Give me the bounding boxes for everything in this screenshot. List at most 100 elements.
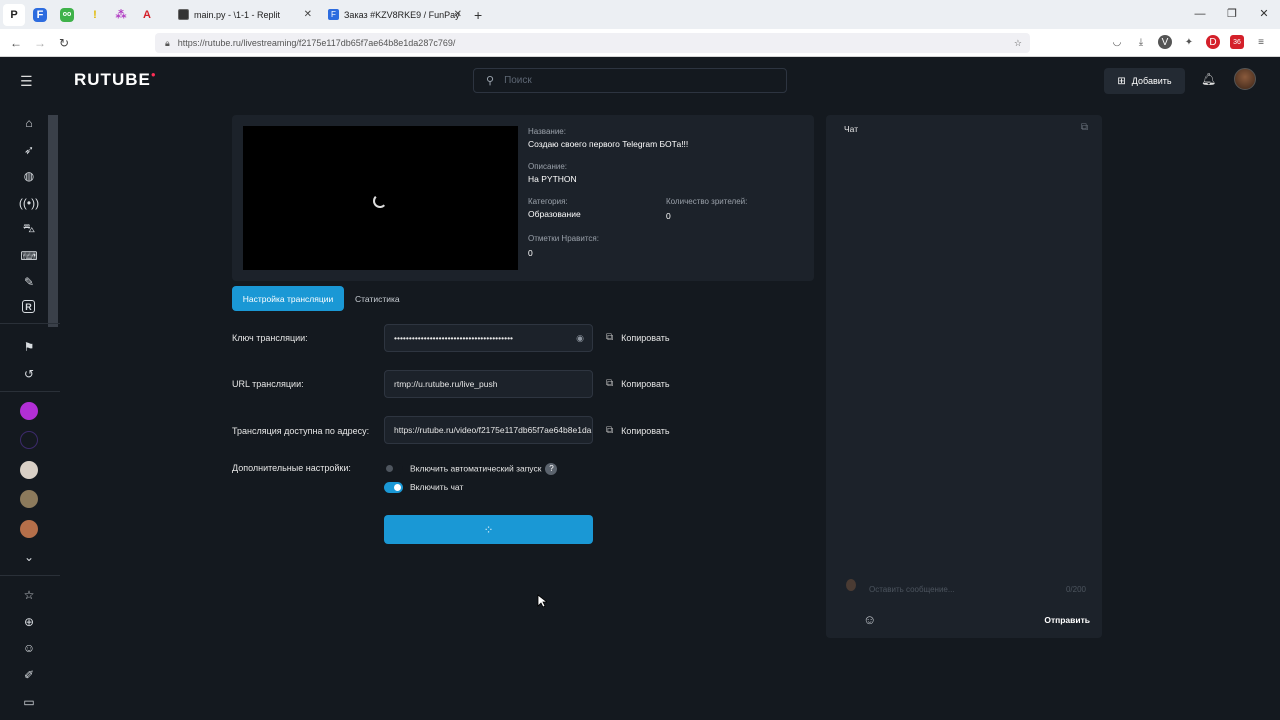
close-window-icon[interactable]: ✕ [1248,0,1280,29]
education-icon[interactable]: ✎ [20,273,38,291]
broadcast-icon[interactable]: ((•)) [19,194,39,212]
menu-icon[interactable]: ≡ [1254,35,1268,49]
channel-avatar[interactable] [20,431,38,449]
bookmark-icon[interactable]: ⚑ [20,338,38,356]
add-label: Добавить [1131,76,1172,86]
search-placeholder: Поиск [504,75,532,86]
public-url-label: Трансляция доступна по адресу: [232,426,370,436]
pinned-tab-replit[interactable]: P [3,3,25,26]
download-icon[interactable]: ⤓ [1134,35,1148,49]
channel-avatar[interactable] [20,490,38,508]
tab-settings[interactable]: Настройка трансляции [232,286,344,311]
viewers-value: 0 [666,211,671,221]
hamburger-icon[interactable]: ☰ [20,73,36,90]
avatar[interactable] [1234,68,1256,90]
rutube-logo[interactable]: RUTUBE● [74,70,157,90]
extension-icon[interactable]: ✦ [1182,35,1196,49]
pocket-icon[interactable]: ◡ [1110,35,1124,49]
star-icon[interactable]: ☆ [20,586,38,604]
restore-icon[interactable]: ❐ [1216,0,1248,29]
emoji-icon[interactable]: ☺ [863,612,876,627]
pinned-tab-extension[interactable]: oo [60,7,74,22]
copy-label: Копировать [621,332,670,343]
video-preview[interactable] [243,126,518,270]
divider [0,575,60,576]
search-icon: ⚲ [486,75,495,87]
pinned-tab-funpay[interactable]: F [33,7,47,22]
chat-title: Чат [844,124,859,134]
rocket-icon[interactable]: ➶ [20,141,38,159]
autostart-label: Включить автоматический запуск? [410,463,558,475]
pen-icon[interactable]: ✐ [20,666,38,684]
smile-icon[interactable]: ☺ [20,639,38,657]
tab-funpay[interactable]: F Заказ #KZV8RKE9 / FunPay ✕ [320,3,468,27]
lock-icon: 🔒︎ [165,37,170,48]
chat-message-input[interactable]: Оставить сообщение... [869,585,955,594]
chat-toggle-label: Включить чат [410,482,464,492]
stream-key-field[interactable]: ••••••••••••••••••••••••••••••••••••••••… [384,324,593,352]
save-button[interactable]: ⁘ [384,515,593,544]
bell-icon[interactable]: 🔔︎ [1201,72,1216,86]
tab-replit[interactable]: main.py - \1-1 - Replit ✕ [170,3,318,27]
channel-avatar[interactable] [20,402,38,420]
tab-statistics[interactable]: Статистика [355,286,400,311]
pinned-tab-notes[interactable]: ! [84,4,106,26]
world-icon[interactable]: ⊕ [20,613,38,631]
channel-avatar[interactable] [20,461,38,479]
avatar [846,579,856,591]
pinned-tab-adobe[interactable]: A [136,4,158,26]
tab-title: Заказ #KZV8RKE9 / FunPay [344,9,460,20]
minimize-icon[interactable]: — [1184,0,1216,29]
autostart-toggle[interactable] [384,463,403,474]
globe-icon[interactable]: ◍ [20,167,38,185]
help-icon[interactable]: ? [545,463,558,475]
copy-label: Копировать [621,378,670,389]
channel-avatar[interactable] [20,520,38,538]
home-icon[interactable]: ⌂ [20,114,38,132]
viewers-label: Количество зрителей: [666,197,748,206]
stream-url-value: rtmp://u.rutube.ru/live_push [394,379,498,389]
search-input[interactable]: ⚲ Поиск [473,68,787,93]
extra-settings-label: Дополнительные настройки: [232,463,351,473]
copy-icon: ⧉ [606,332,614,343]
sidebar-scrollbar[interactable] [48,115,58,327]
description-value: На PYTHON [528,174,577,184]
chat-toggle[interactable] [384,482,403,493]
forward-icon[interactable]: → [28,36,52,50]
close-icon[interactable]: ✕ [304,9,312,20]
add-video-icon: ⊞ [1117,75,1126,87]
gamepad-icon[interactable]: ⌨ [20,247,38,265]
left-sidebar: ⌂ ➶ ◍ ((•)) ⛍ ⌨ ✎ R ⚑ ↺ ⌄ ☆ ⊕ ☺ ✐ ▭ [0,103,60,720]
vpn-icon[interactable]: V [1158,35,1172,49]
rutube-r-icon[interactable]: R [22,300,35,313]
tv-icon[interactable]: ▭ [20,693,38,711]
new-tab-button[interactable]: + [474,7,482,23]
stream-url-field[interactable]: rtmp://u.rutube.ru/live_push [384,370,593,398]
copy-key-button[interactable]: ⧉ Копировать [606,332,670,343]
public-url-field[interactable]: https://rutube.ru/video/f2175e117db65f7a… [384,416,593,444]
name-value: Создаю своего первого Telegram БОТа!!! [528,139,689,149]
popout-icon[interactable]: ⧉ [1081,122,1088,133]
eye-icon[interactable]: ◉ [576,332,584,344]
profile-ext-icon[interactable]: D [1206,35,1220,49]
car-icon[interactable]: ⛍ [20,220,38,238]
chat-panel: Чат ⧉ Оставить сообщение... 0/200 ☺ Отпр… [826,115,1102,638]
send-button[interactable]: Отправить [1044,615,1090,625]
close-icon[interactable]: ✕ [454,9,462,20]
loading-spinner-icon: ⁘ [483,522,494,537]
site-header: ☰ RUTUBE● ⚲ Поиск ⊞ Добавить 🔔︎ [0,57,1280,103]
copy-url-button[interactable]: ⧉ Копировать [606,378,670,389]
counter-ext-icon[interactable]: 36 [1230,35,1244,49]
likes-value: 0 [528,248,533,258]
public-url-value: https://rutube.ru/video/f2175e117db65f7a… [394,425,592,435]
back-icon[interactable]: ← [4,36,28,50]
add-button[interactable]: ⊞ Добавить [1104,68,1185,94]
bookmark-star-icon[interactable]: ☆ [1014,38,1022,49]
reload-icon[interactable]: ↻ [52,36,76,50]
copy-public-url-button[interactable]: ⧉ Копировать [606,425,670,436]
pinned-tab-apps[interactable]: ⁂ [110,4,132,26]
address-bar[interactable]: 🔒︎ https://rutube.ru/livestreaming/f2175… [155,33,1030,53]
history-icon[interactable]: ↺ [20,365,38,383]
divider [0,323,60,324]
chevron-down-icon[interactable]: ⌄ [20,548,38,566]
